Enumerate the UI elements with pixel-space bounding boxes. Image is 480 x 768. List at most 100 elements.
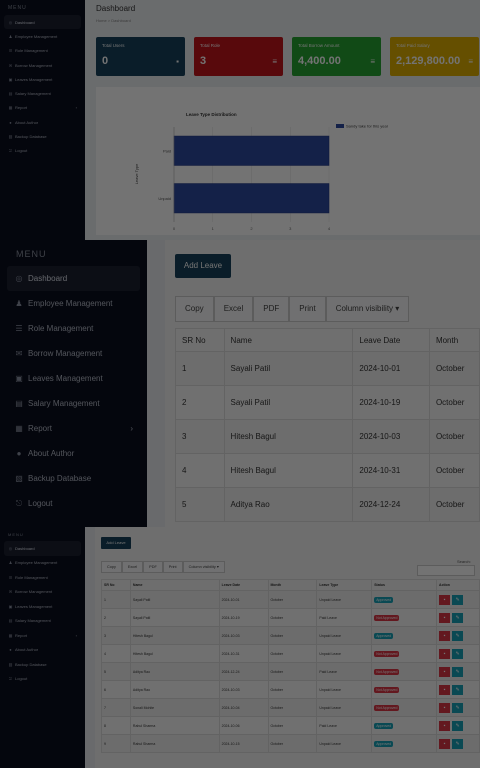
sidebar-item-logout[interactable]: ⎋ Logout	[7, 491, 140, 516]
sidebar-item-report[interactable]: ▦ Report ›	[4, 628, 81, 643]
x-tick-label: 0	[173, 226, 176, 231]
sidebar-item-dashboard[interactable]: ◎ Dashboard	[4, 15, 81, 30]
sidebar-item-borrow[interactable]: ✉ Borrow Management	[7, 341, 140, 366]
action-cell: ▪ ✎	[436, 644, 480, 663]
sidebar-item-dashboard[interactable]: ◎ Dashboard	[7, 266, 140, 291]
table-row[interactable]: 1 Sayali Patil 2024-10-01 October Unpaid Lea…	[101, 590, 480, 609]
copy-button[interactable]: Copy	[175, 296, 214, 322]
sidebar-item-about[interactable]: ● About Author	[7, 441, 140, 466]
column-header: Name	[129, 579, 220, 591]
sidebar-item-dashboard[interactable]: ◎ Dashboard	[4, 541, 81, 556]
table-row[interactable]: 6 Aditya Rao 2024-10-03 October Unpaid Leave…	[101, 680, 480, 699]
table-row[interactable]: 3 Hitesh Bagul 2024-10-03 October Unpaid Lea…	[101, 626, 480, 645]
column-visibility-button[interactable]: Column visibility ▾	[325, 296, 410, 322]
delete-button[interactable]: ▪	[439, 612, 451, 623]
table-cell: 6	[101, 680, 131, 699]
excel-button[interactable]: Excel	[213, 296, 254, 322]
sidebar-item-borrow[interactable]: ✉ Borrow Management	[4, 58, 81, 72]
table-cell: Paid Leave	[316, 608, 373, 627]
sidebar-item-role[interactable]: ☰ Role Management	[4, 570, 81, 585]
sidebar-item-backup[interactable]: ▧ Backup Database	[4, 657, 81, 672]
edit-button[interactable]: ✎	[452, 594, 464, 605]
table-row[interactable]: 9 Rahul Sharma 2024-10-15 October Unpaid Lea…	[101, 734, 480, 753]
breadcrumb-home[interactable]: Home	[96, 18, 107, 23]
edit-button[interactable]: ✎	[452, 702, 464, 713]
delete-button[interactable]: ▪	[439, 684, 451, 695]
table-row[interactable]: 1 Sayali Patil 2024-10-01 October	[175, 351, 480, 386]
pdf-button[interactable]: PDF	[143, 561, 163, 573]
sidebar-item-backup[interactable]: ▧ Backup Database	[7, 466, 140, 491]
edit-button[interactable]: ✎	[452, 630, 464, 641]
table-row[interactable]: 3 Hitesh Bagul 2024-10-03 October	[175, 419, 480, 454]
table-row[interactable]: 5 Aditya Rao 2024-12-24 October Paid Leave No…	[101, 662, 480, 681]
sidebar-item-about[interactable]: ● About Author	[4, 643, 81, 658]
print-button[interactable]: Print	[289, 296, 326, 322]
edit-icon: ✎	[455, 704, 460, 711]
sidebar-item-label: Report	[15, 632, 28, 638]
sidebar-item-salary[interactable]: ▤ Salary Management	[4, 86, 81, 100]
column-header: Leave Date	[218, 579, 269, 591]
copy-button[interactable]: Copy	[101, 561, 122, 573]
sidebar-item-role[interactable]: ☰ Role Management	[7, 316, 140, 341]
delete-button[interactable]: ▪	[439, 594, 451, 605]
add-leave-button[interactable]: Add Leave	[101, 537, 131, 549]
sidebar-item-employee[interactable]: ♟ Employee Management	[4, 556, 81, 571]
delete-button[interactable]: ▪	[439, 720, 451, 731]
sidebar-item-logout[interactable]: ⎋ Logout	[4, 144, 81, 158]
sidebar-item-report[interactable]: ▦ Report ›	[4, 101, 81, 115]
edit-button[interactable]: ✎	[452, 720, 464, 731]
delete-button[interactable]: ▪	[439, 648, 451, 659]
excel-button[interactable]: Excel	[121, 561, 144, 573]
total-salary-card[interactable]: Total Paid Salary 2,129,800.00 ≡	[390, 37, 479, 76]
edit-button[interactable]: ✎	[452, 612, 464, 623]
pdf-button[interactable]: PDF	[253, 296, 290, 322]
dashboard-screenshot: MENU ◎ Dashboard ♟ Employee Management ☰ Role…	[0, 0, 480, 240]
sidebar-item-leaves[interactable]: ▣ Leaves Management	[7, 366, 140, 391]
add-leave-button[interactable]: Add Leave	[175, 254, 231, 278]
delete-button[interactable]: ▪	[439, 738, 451, 749]
y-axis-label: Leave Type	[134, 163, 139, 184]
table-row[interactable]: 4 Hitesh Bagul 2024-10-31 October	[175, 453, 480, 488]
delete-button[interactable]: ▪	[439, 666, 451, 677]
action-cell: ▪ ✎	[436, 734, 480, 753]
search-input[interactable]	[417, 565, 475, 576]
edit-button[interactable]: ✎	[452, 648, 464, 659]
print-button[interactable]: Print	[162, 561, 183, 573]
table-cell: October	[267, 608, 318, 627]
sidebar-item-employee[interactable]: ♟ Employee Management	[7, 291, 140, 316]
sidebar-item-role[interactable]: ☰ Role Management	[4, 44, 81, 58]
total-role-card[interactable]: Total Role 3 ≡	[194, 37, 283, 76]
sidebar-item-salary[interactable]: ▤ Salary Management	[7, 391, 140, 416]
edit-button[interactable]: ✎	[452, 684, 464, 695]
edit-button[interactable]: ✎	[452, 738, 464, 749]
table-row[interactable]: 7 Sonali Mohite 2024-10-04 October Unpaid Le…	[101, 698, 480, 717]
sidebar-item-employee[interactable]: ♟ Employee Management	[4, 29, 81, 43]
delete-button[interactable]: ▪	[439, 630, 451, 641]
x-tick-label: 3	[289, 226, 292, 231]
trash-icon: ▪	[443, 740, 446, 747]
sidebar-item-salary[interactable]: ▤ Salary Management	[4, 614, 81, 629]
trash-icon: ▪	[443, 668, 446, 675]
table-row[interactable]: 2 Sayali Patil 2024-10-19 October	[175, 385, 480, 420]
sidebar-nav: ◎ Dashboard ♟ Employee Management ☰ Role Mana…	[0, 541, 85, 686]
sidebar-item-borrow[interactable]: ✉ Borrow Management	[4, 585, 81, 600]
total-users-card[interactable]: Total Users 0 ▪	[96, 37, 185, 76]
table-row[interactable]: 5 Aditya Rao 2024-12-24 October	[175, 487, 480, 522]
table-cell: 2024-10-01	[352, 351, 430, 386]
edit-button[interactable]: ✎	[452, 666, 464, 677]
table-cell: October	[428, 351, 480, 386]
trash-icon: ▪	[443, 632, 446, 639]
sidebar-item-about[interactable]: ● About Author	[4, 115, 81, 129]
table-row[interactable]: 4 Hitesh Bagul 2024-10-31 October Unpaid Lea…	[101, 644, 480, 663]
total-borrow-card[interactable]: Total Borrow Amount 4,400.00 ≡	[292, 37, 381, 76]
delete-button[interactable]: ▪	[439, 702, 451, 713]
sidebar-item-backup[interactable]: ▧ Backup Database	[4, 129, 81, 143]
status-badge: Approved	[374, 740, 394, 747]
column-visibility-button[interactable]: Column visibility ▾	[182, 561, 225, 573]
table-row[interactable]: 2 Sayali Patil 2024-10-19 October Paid Leave…	[101, 608, 480, 627]
sidebar-item-leaves[interactable]: ▣ Leaves Management	[4, 72, 81, 86]
sidebar-item-logout[interactable]: ⎋ Logout	[4, 672, 81, 687]
sidebar-item-report[interactable]: ▦ Report ›	[7, 416, 140, 441]
table-row[interactable]: 8 Rahul Sharma 2024-10-06 October Paid Leave…	[101, 716, 480, 735]
sidebar-item-leaves[interactable]: ▣ Leaves Management	[4, 599, 81, 614]
